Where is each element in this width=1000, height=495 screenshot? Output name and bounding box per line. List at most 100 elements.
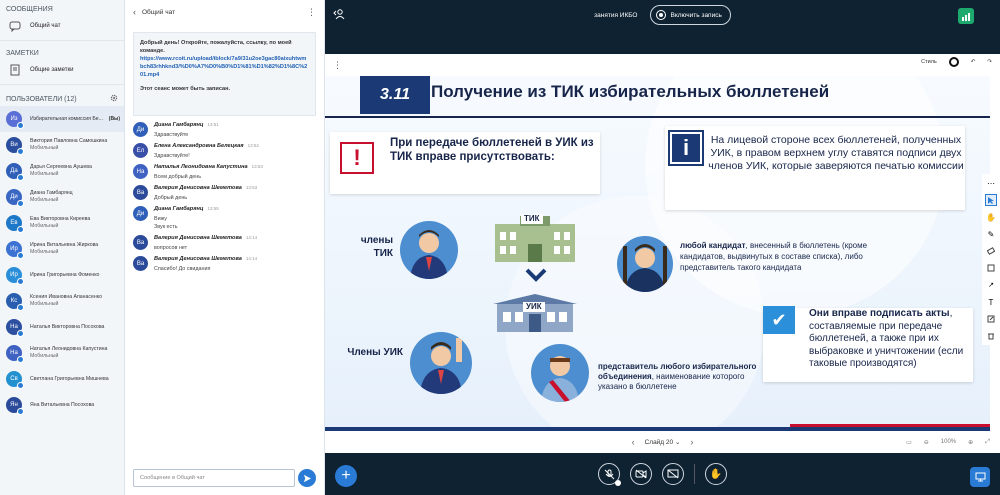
user-device: Мобильный (30, 197, 59, 203)
message-time: 13:52 (247, 143, 259, 148)
hand-icon[interactable]: ✋ (985, 211, 997, 223)
record-button[interactable]: Включить запись (649, 5, 731, 25)
text-icon[interactable]: T (985, 296, 997, 308)
user-name: Ева Викторовна Киреева (30, 216, 91, 222)
more-vertical-icon[interactable]: ⋮ (307, 7, 316, 18)
meeting-title: занятия ИКБО (594, 11, 638, 19)
gear-icon[interactable] (110, 94, 118, 104)
user-list-item[interactable]: Из Избирательная комиссия Бе... (Вы) (0, 106, 124, 132)
trash-icon[interactable] (985, 330, 997, 342)
user-name: Наталья Леонидовна Капустина (30, 346, 108, 352)
sidebar: СООБЩЕНИЯ Общий чат ЗАМЕТКИ Общие заметк… (0, 0, 125, 495)
notes-icon (8, 63, 22, 77)
user-name: Диана Гамбарянц (30, 190, 73, 196)
user-list-item[interactable]: Ир Ирина Витальевна Жиркова Мобильный (0, 236, 124, 262)
microphone-muted-button[interactable] (598, 463, 621, 486)
pencil-icon[interactable]: ✎ (985, 228, 997, 240)
send-button[interactable] (298, 469, 316, 487)
presentation-toggle-button[interactable] (970, 467, 990, 487)
avatar: На (6, 319, 24, 337)
bottom-action-bar: + ✋ (325, 453, 1000, 495)
user-list-item[interactable]: На Наталья Леонидовна Капустина Мобильный (0, 340, 124, 366)
raise-hand-button[interactable]: ✋ (705, 463, 727, 485)
eraser-icon[interactable] (985, 245, 997, 257)
zoom-out-icon[interactable]: ⊖ (924, 439, 929, 446)
record-icon (655, 10, 666, 20)
redo-icon[interactable]: ↷ (987, 59, 992, 65)
chat-message: Ва Валерия Денисовна Шеметова 14:14 вопросо… (125, 235, 324, 252)
chat-message: Ва Валерия Денисовна Шеметова 14:14 Спасибо… (125, 256, 324, 273)
user-list-item[interactable]: Ви Виктория Павловна Самошкина Мобильный (0, 132, 124, 158)
user-name: Виктория Павловна Самошкина (30, 138, 108, 144)
user-list-item[interactable]: Ир Ирина Григорьевна Фоменко (0, 262, 124, 288)
record-label: Включить запись (670, 11, 722, 19)
tik-members-label: члены ТИК (360, 235, 393, 259)
user-name: Светлана Григорьевна Мишнева (30, 375, 109, 382)
representative-illustration (531, 344, 589, 402)
presentation-icon (975, 472, 985, 482)
user-name: Ирина Витальевна Жиркова (30, 242, 99, 248)
avatar: Ди (133, 122, 148, 137)
slide-content: 3.11 Получение из ТИК избирательных бюлл… (325, 76, 990, 431)
user-device: Мобильный (30, 301, 59, 307)
style-label[interactable]: Стиль (921, 59, 937, 65)
top-bar: занятия ИКБО Включить запись (325, 0, 1000, 30)
more-horizontal-icon[interactable]: ⋯ (985, 177, 997, 189)
screen-share-button[interactable] (662, 463, 684, 485)
avatar: Ва (133, 256, 148, 271)
arrow-icon[interactable]: ↗ (985, 279, 997, 291)
rectangle-icon[interactable] (985, 262, 997, 274)
user-device: Мобильный (30, 223, 59, 229)
candidate-illustration (617, 236, 673, 292)
uik-label: УИК (523, 302, 545, 312)
avatar: Ди (6, 189, 24, 207)
chat-header: ‹ Общий чат ⋮ (125, 0, 324, 24)
messages-header: СООБЩЕНИЯ (6, 6, 53, 13)
chat-message: Ди Диана Гамбарянц 13:55 Вижу Звук есть (125, 206, 324, 231)
fullscreen-icon[interactable]: ⤢ (985, 439, 990, 446)
tik-member-illustration (400, 221, 458, 279)
user-list-item[interactable]: Ян Яна Витальевна Посохова (0, 392, 124, 418)
shared-notes-item[interactable]: Общие заметки (0, 59, 124, 81)
avatar: Да (6, 163, 24, 181)
user-list-item[interactable]: Ди Диана Гамбарянц Мобильный (0, 184, 124, 210)
message-text: Спасибо! До свидания (154, 266, 211, 272)
user-list-item[interactable]: Св Светлана Григорьевна Мишнева (0, 366, 124, 392)
next-slide-icon[interactable]: › (690, 437, 693, 447)
user-list-item[interactable]: Ев Ева Викторовна Киреева Мобильный (0, 210, 124, 236)
chat-message-input[interactable]: Сообщение в Общий чат (133, 469, 295, 487)
uik-building-illustration (493, 294, 577, 334)
presentation-options-icon[interactable]: ⋮ (333, 60, 342, 71)
message-text: Здравствуйте (154, 132, 189, 138)
zoom-in-icon[interactable]: ⊕ (968, 439, 973, 446)
connection-status-icon[interactable] (958, 8, 974, 24)
chevron-left-icon[interactable]: ‹ (133, 7, 136, 17)
avatar: Ди (133, 206, 148, 221)
screen-share-off-icon (667, 469, 679, 479)
notes-header: ЗАМЕТКИ (6, 50, 39, 57)
pointer-icon[interactable] (985, 194, 997, 206)
avatar: Ир (6, 241, 24, 259)
avatar: Ва (133, 185, 148, 200)
undo-icon[interactable]: ↶ (971, 59, 976, 65)
fit-width-icon[interactable]: ▭ (906, 439, 912, 446)
user-device: Мобильный (30, 171, 59, 177)
camera-button[interactable] (630, 463, 652, 485)
prev-slide-icon[interactable]: ‹ (632, 437, 635, 447)
presentation-area: ⋮ Стиль ↶ ↷ 3.11 Получение из ТИК избира… (325, 54, 1000, 431)
shared-notes-label: Общие заметки (30, 67, 74, 73)
pen-color-icon[interactable] (948, 57, 959, 67)
user-list-item[interactable]: Кс Ксения Ивановна Апанасенко Мобильный (0, 288, 124, 314)
public-chat-item[interactable]: Общий чат (0, 15, 124, 37)
user-list-item[interactable]: Да Дарья Сергеевна Аушева Мобильный (0, 158, 124, 184)
user-panel-toggle-icon[interactable] (333, 8, 345, 22)
main-area: занятия ИКБО Включить запись ⋮ Стиль ↶ ↷… (325, 0, 1000, 495)
avatar: На (133, 164, 148, 179)
zoom-level[interactable]: 100% (941, 439, 956, 445)
note-icon[interactable] (985, 313, 997, 325)
actions-plus-button[interactable]: + (335, 465, 357, 487)
slide-selector[interactable]: Слайд 20 ⌄ (645, 438, 681, 446)
user-list-item[interactable]: На Наталья Викторовна Посохова (0, 314, 124, 340)
message-author: Валерия Денисовна Шеметова (154, 256, 242, 262)
welcome-link[interactable]: https://www.rcoit.ru/upload/iblock/7a9/3… (140, 55, 309, 79)
